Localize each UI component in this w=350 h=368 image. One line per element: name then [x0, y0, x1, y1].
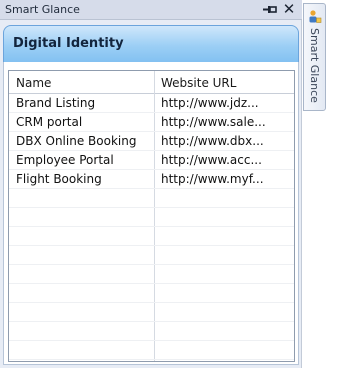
smart-glance-side-tab[interactable]: Smart Glance	[303, 3, 326, 111]
table-row[interactable]: CRM portal http://www.sale...	[9, 113, 294, 132]
smart-glance-panel: Smart Glance ✕ Digital Identity Name Web…	[0, 0, 302, 368]
empty-table-row	[9, 303, 294, 322]
empty-table-row	[9, 246, 294, 265]
panel-title-text: Smart Glance	[5, 3, 80, 16]
pin-icon[interactable]	[262, 2, 278, 17]
empty-table-row	[9, 227, 294, 246]
row-url-cell: http://www.acc...	[161, 153, 262, 167]
panel-header: Digital Identity	[3, 25, 299, 63]
empty-table-row	[9, 208, 294, 227]
empty-table-row	[9, 341, 294, 360]
row-name-cell: Employee Portal	[16, 153, 114, 167]
table-row[interactable]: Flight Booking http://www.myf...	[9, 170, 294, 189]
table-row[interactable]: DBX Online Booking http://www.dbx...	[9, 132, 294, 151]
empty-table-row	[9, 284, 294, 303]
row-name-cell: DBX Online Booking	[16, 134, 137, 148]
smart-glance-window: Smart Glance ✕ Digital Identity Name Web…	[0, 0, 350, 368]
table-header: Name Website URL	[9, 71, 294, 94]
panel-titlebar[interactable]: Smart Glance ✕	[0, 0, 302, 20]
empty-table-row	[9, 265, 294, 284]
row-url-cell: http://www.jdz...	[161, 96, 259, 110]
row-url-cell: http://www.dbx...	[161, 134, 264, 148]
empty-table-row	[9, 322, 294, 341]
row-url-cell: http://www.myf...	[161, 172, 264, 186]
smart-glance-icon	[308, 9, 322, 25]
empty-table-row	[9, 189, 294, 208]
row-name-cell: Flight Booking	[16, 172, 102, 186]
close-icon[interactable]: ✕	[282, 0, 296, 18]
side-tab-label: Smart Glance	[308, 28, 321, 103]
page-title: Digital Identity	[13, 36, 124, 51]
table-row[interactable]: Employee Portal http://www.acc...	[9, 151, 294, 170]
panel-content: Name Website URL Brand Listing http://ww…	[3, 62, 299, 365]
identity-table: Name Website URL Brand Listing http://ww…	[8, 70, 295, 362]
row-url-cell: http://www.sale...	[161, 115, 266, 129]
table-row[interactable]: Brand Listing http://www.jdz...	[9, 94, 294, 113]
column-header-website-url[interactable]: Website URL	[161, 76, 236, 90]
row-name-cell: Brand Listing	[16, 96, 96, 110]
row-name-cell: CRM portal	[16, 115, 83, 129]
column-header-name[interactable]: Name	[16, 76, 51, 90]
